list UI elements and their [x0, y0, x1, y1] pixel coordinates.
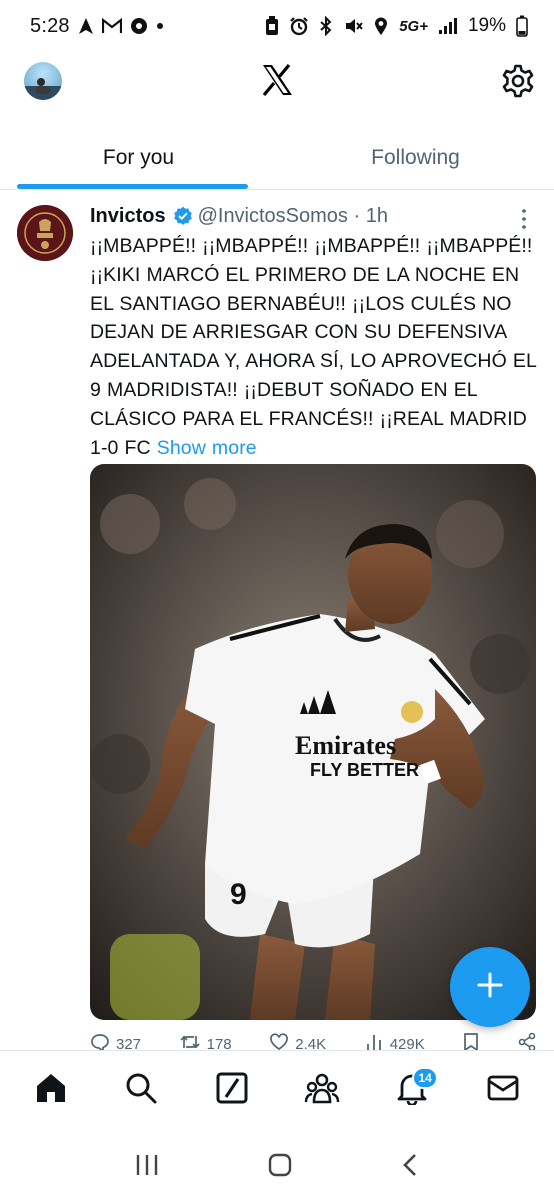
- location-icon: [373, 16, 389, 36]
- reply-button[interactable]: 327: [90, 1032, 141, 1052]
- heart-icon: [269, 1032, 289, 1052]
- status-time: 5:28: [30, 14, 70, 37]
- reply-icon: [90, 1032, 110, 1052]
- tab-following-label: Following: [371, 145, 460, 169]
- soccer-ball-icon: [130, 17, 148, 35]
- notification-dot-icon: [156, 22, 164, 30]
- bluetooth-icon: [319, 16, 333, 36]
- author-handle[interactable]: @InvictosSomos: [198, 205, 348, 228]
- grok-icon: [215, 1071, 249, 1110]
- timeline-tabs: For you Following: [0, 126, 554, 190]
- plus-icon: [476, 971, 504, 1004]
- share-button[interactable]: [518, 1032, 536, 1052]
- battery-icon: [516, 15, 528, 37]
- nav-notifications[interactable]: 14: [382, 1061, 442, 1121]
- header-separator: ·: [347, 204, 366, 227]
- top-header: [0, 52, 554, 114]
- share-icon: [518, 1032, 536, 1052]
- battery-percent: 19%: [467, 15, 506, 36]
- tab-following[interactable]: Following: [277, 126, 554, 189]
- profile-avatar[interactable]: [24, 62, 62, 100]
- bookmark-button[interactable]: [462, 1032, 480, 1052]
- show-more-link[interactable]: Show more: [157, 437, 257, 459]
- bookmark-icon: [462, 1032, 480, 1052]
- nav-messages[interactable]: [473, 1061, 533, 1121]
- active-tab-indicator: [17, 184, 248, 189]
- verified-badge-icon: [173, 206, 193, 226]
- more-options-icon[interactable]: [518, 206, 530, 232]
- tweet-image[interactable]: 9 Emirates FLY BETTER: [90, 464, 536, 1020]
- navigation-arrow-icon: [78, 17, 94, 35]
- gear-icon[interactable]: [500, 63, 536, 99]
- compose-button[interactable]: [450, 947, 530, 1027]
- signal-icon: [438, 17, 458, 35]
- nav-communities[interactable]: [292, 1061, 352, 1121]
- back-icon[interactable]: [400, 1152, 420, 1183]
- communities-icon: [304, 1071, 340, 1110]
- nav-grok[interactable]: [202, 1061, 262, 1121]
- jersey-sponsor-line2: FLY BETTER: [310, 760, 419, 780]
- repost-icon: [179, 1032, 201, 1052]
- like-button[interactable]: 2.4K: [269, 1032, 326, 1052]
- repost-button[interactable]: 178: [179, 1032, 232, 1052]
- system-nav-bar: [0, 1135, 554, 1200]
- views-button[interactable]: 429K: [364, 1032, 425, 1052]
- nav-home[interactable]: [21, 1061, 81, 1121]
- bottom-nav: 14: [0, 1050, 554, 1130]
- analytics-icon: [364, 1032, 384, 1052]
- gmail-icon: [101, 18, 122, 34]
- jersey-sponsor-line1: Emirates: [295, 731, 396, 760]
- author-avatar[interactable]: [17, 205, 73, 261]
- author-name[interactable]: Invictos: [90, 205, 166, 228]
- recent-apps-icon[interactable]: [134, 1153, 160, 1182]
- tweet[interactable]: Invictos @InvictosSomos · 1h ¡¡MBAPPÉ!! …: [0, 192, 554, 1052]
- tab-for-you-label: For you: [102, 145, 175, 169]
- tab-for-you[interactable]: For you: [0, 126, 277, 189]
- nav-search[interactable]: [111, 1061, 171, 1121]
- alarm-icon: [289, 16, 309, 36]
- notifications-badge: 14: [412, 1066, 438, 1089]
- tweet-body: ¡¡MBAPPÉ!! ¡¡MBAPPÉ!! ¡¡MBAPPÉ!! ¡¡MBAPP…: [90, 235, 537, 459]
- mail-icon: [486, 1073, 520, 1108]
- home-icon: [34, 1071, 68, 1110]
- status-bar: 5:28 5G+ 19%: [0, 0, 554, 52]
- battery-saver-icon: [265, 16, 279, 36]
- tweet-text: ¡¡MBAPPÉ!! ¡¡MBAPPÉ!! ¡¡MBAPPÉ!! ¡¡MBAPP…: [90, 232, 546, 462]
- tweet-actions: 327 178 2.4K 429K: [90, 1032, 536, 1052]
- tweet-time: 1h: [365, 204, 388, 227]
- network-type: 5G+: [399, 17, 428, 35]
- home-button-icon[interactable]: [267, 1152, 293, 1183]
- mute-icon: [343, 16, 363, 36]
- search-icon: [124, 1071, 158, 1110]
- tweet-header: Invictos @InvictosSomos · 1h: [90, 202, 514, 230]
- shorts-number: 9: [230, 878, 247, 911]
- x-logo-icon[interactable]: [259, 62, 295, 98]
